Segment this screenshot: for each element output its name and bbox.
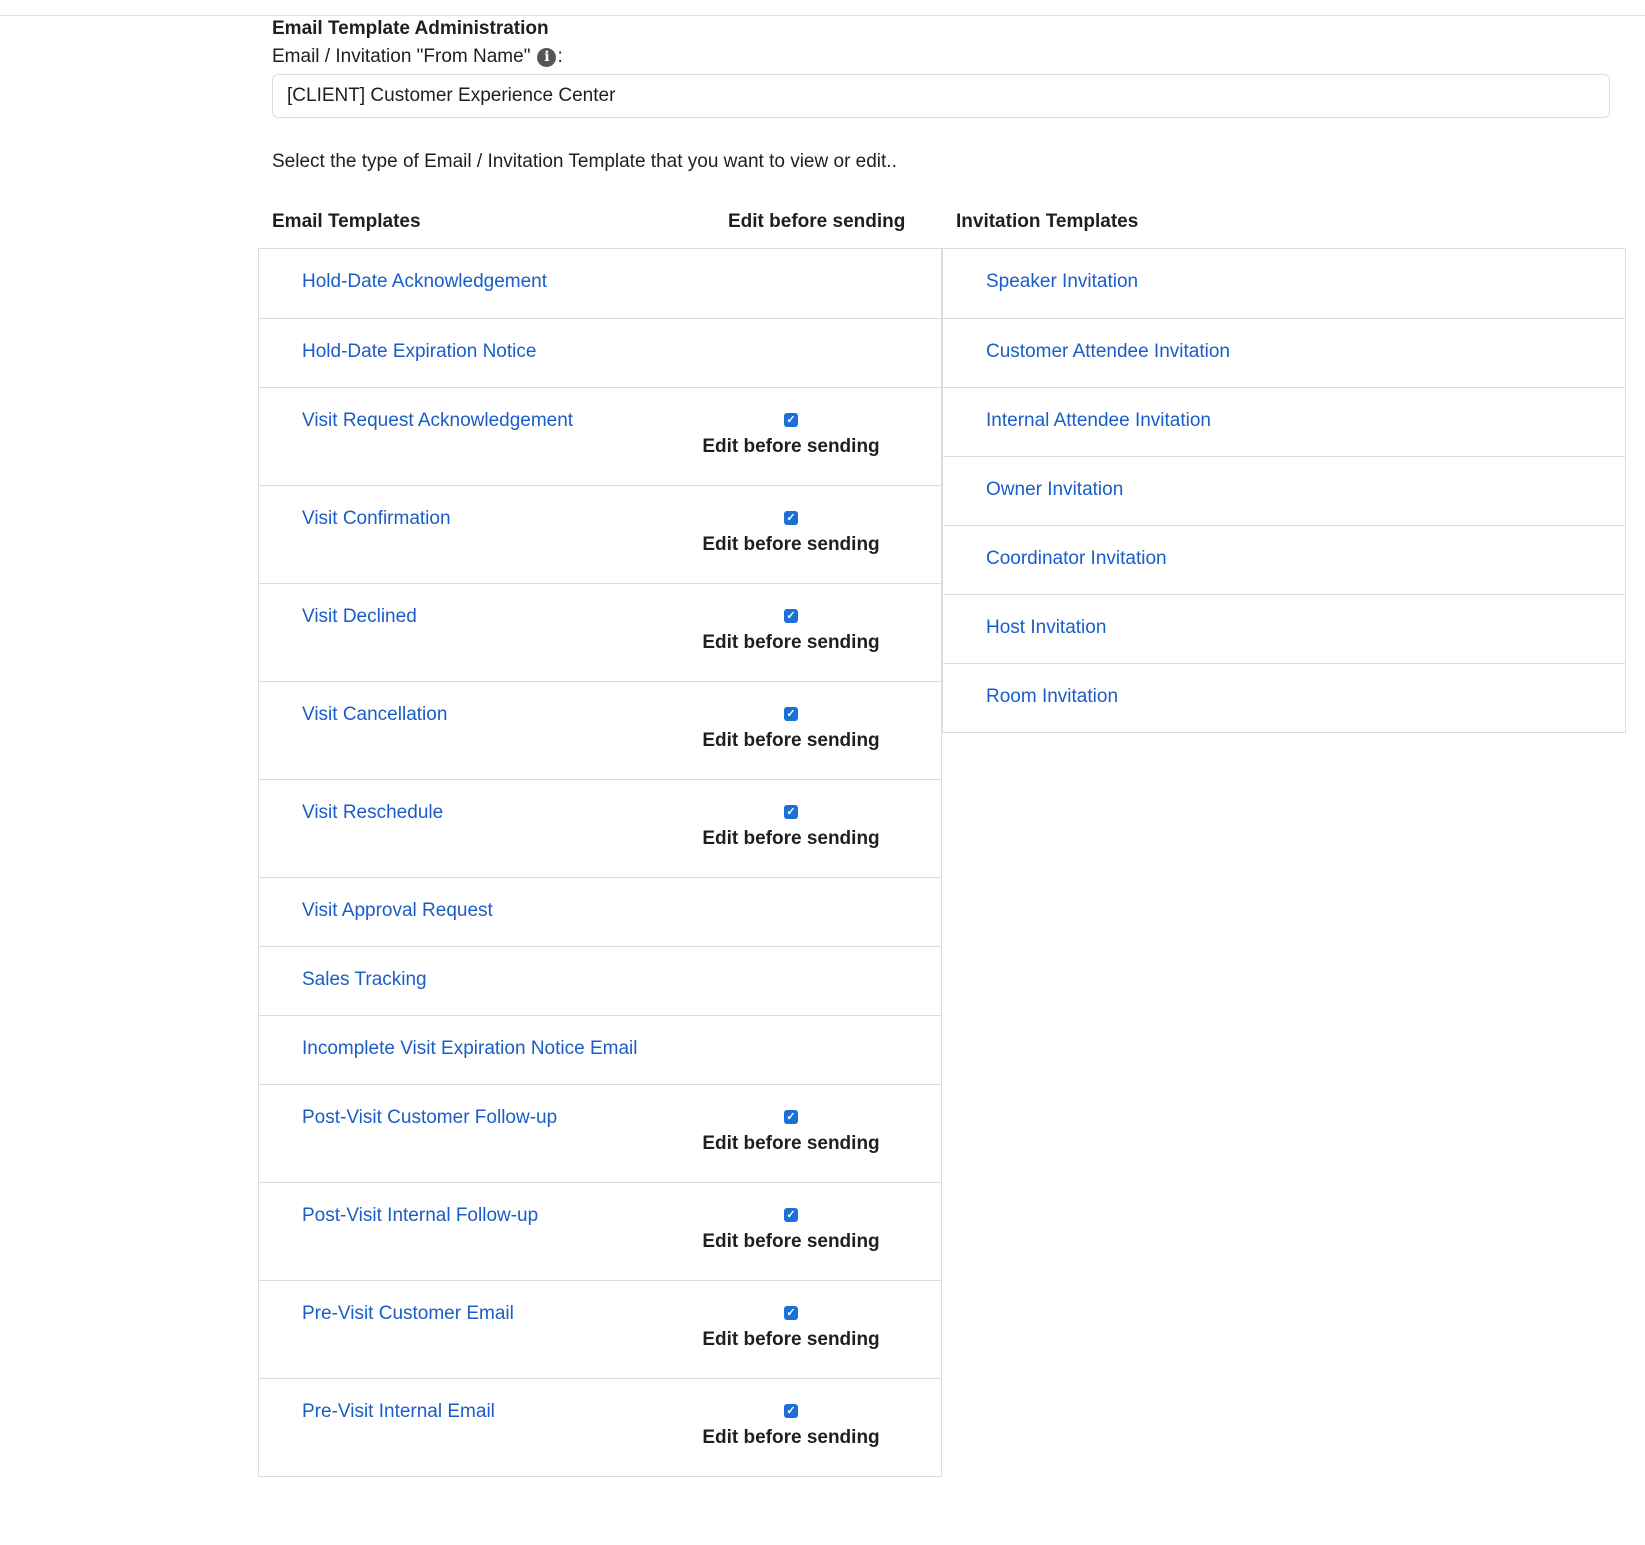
invitation-template-row: Internal Attendee Invitation	[943, 387, 1625, 456]
top-divider	[0, 15, 1645, 16]
email-template-link[interactable]: Post-Visit Customer Follow-up	[302, 1107, 557, 1129]
edit-before-sending-checkbox[interactable]: ✓	[784, 805, 798, 819]
edit-before-sending-label: Edit before sending	[702, 632, 880, 653]
edit-before-sending-checkbox[interactable]: ✓	[784, 1110, 798, 1124]
email-template-link[interactable]: Pre-Visit Customer Email	[302, 1303, 514, 1325]
invitation-template-row: Host Invitation	[943, 594, 1625, 663]
edit-before-sending-cell: ✓ Edit before sending	[699, 410, 883, 458]
edit-before-sending-label: Edit before sending	[702, 730, 880, 751]
email-template-link[interactable]: Visit Request Acknowledgement	[302, 410, 573, 432]
invitation-template-row: Room Invitation	[943, 663, 1625, 732]
email-template-link[interactable]: Visit Approval Request	[302, 900, 493, 922]
from-name-input[interactable]	[272, 74, 1610, 118]
invitation-template-link[interactable]: Coordinator Invitation	[986, 548, 1167, 570]
email-template-row: Visit Approval Request	[259, 877, 941, 946]
from-name-label: Email / Invitation "From Name" i :	[272, 46, 563, 68]
page-title: Email Template Administration	[272, 18, 549, 39]
edit-before-sending-cell: ✓ Edit before sending	[699, 508, 883, 556]
email-template-row: Visit Reschedule ✓ Edit before sending	[259, 779, 941, 877]
edit-before-sending-checkbox[interactable]: ✓	[784, 511, 798, 525]
invitation-templates-table: Speaker Invitation Customer Attendee Invi…	[942, 248, 1626, 733]
invitation-templates-header: Invitation Templates	[956, 211, 1139, 232]
invitation-template-link[interactable]: Internal Attendee Invitation	[986, 410, 1211, 432]
email-template-row: Visit Declined ✓ Edit before sending	[259, 583, 941, 681]
email-template-link[interactable]: Hold-Date Acknowledgement	[302, 271, 547, 293]
invitation-template-row: Coordinator Invitation	[943, 525, 1625, 594]
edit-before-sending-label: Edit before sending	[702, 1329, 880, 1350]
instruction-text: Select the type of Email / Invitation Te…	[272, 151, 897, 172]
email-template-row: Post-Visit Customer Follow-up ✓ Edit befor…	[259, 1084, 941, 1182]
info-circle-icon[interactable]: i	[537, 47, 557, 67]
edit-before-sending-label: Edit before sending	[702, 1133, 880, 1154]
edit-before-sending-header: Edit before sending	[728, 211, 906, 232]
email-template-row: Sales Tracking	[259, 946, 941, 1015]
invitation-template-row: Speaker Invitation	[943, 249, 1625, 318]
edit-before-sending-checkbox[interactable]: ✓	[784, 1208, 798, 1222]
edit-before-sending-cell: ✓ Edit before sending	[699, 1401, 883, 1449]
email-template-row: Pre-Visit Customer Email ✓ Edit before sen…	[259, 1280, 941, 1378]
email-template-row: Hold-Date Acknowledgement	[259, 249, 941, 318]
edit-before-sending-checkbox[interactable]: ✓	[784, 1404, 798, 1418]
edit-before-sending-checkbox[interactable]: ✓	[784, 609, 798, 623]
email-template-link[interactable]: Visit Reschedule	[302, 802, 443, 824]
email-template-link[interactable]: Visit Confirmation	[302, 508, 451, 530]
edit-before-sending-label: Edit before sending	[702, 1231, 880, 1252]
edit-before-sending-cell: ✓ Edit before sending	[699, 802, 883, 850]
edit-before-sending-cell: ✓ Edit before sending	[699, 606, 883, 654]
edit-before-sending-checkbox[interactable]: ✓	[784, 707, 798, 721]
invitation-template-link[interactable]: Room Invitation	[986, 686, 1118, 708]
from-name-label-text: Email / Invitation "From Name"	[272, 46, 531, 67]
edit-before-sending-cell: ✓ Edit before sending	[699, 1205, 883, 1253]
edit-before-sending-label: Edit before sending	[702, 828, 880, 849]
edit-before-sending-cell: ✓ Edit before sending	[699, 1107, 883, 1155]
email-template-link[interactable]: Incomplete Visit Expiration Notice Email	[302, 1038, 637, 1060]
email-template-link[interactable]: Sales Tracking	[302, 969, 427, 991]
email-template-row: Visit Request Acknowledgement ✓ Edit befor…	[259, 387, 941, 485]
email-template-link[interactable]: Visit Cancellation	[302, 704, 447, 726]
invitation-template-link[interactable]: Owner Invitation	[986, 479, 1123, 501]
edit-before-sending-label: Edit before sending	[702, 1427, 880, 1448]
email-template-row: Incomplete Visit Expiration Notice Email	[259, 1015, 941, 1084]
edit-before-sending-label: Edit before sending	[702, 534, 880, 555]
email-template-row: Pre-Visit Internal Email ✓ Edit before sen…	[259, 1378, 941, 1476]
invitation-template-link[interactable]: Speaker Invitation	[986, 271, 1138, 293]
email-template-row: Post-Visit Internal Follow-up ✓ Edit befor…	[259, 1182, 941, 1280]
invitation-template-row: Owner Invitation	[943, 456, 1625, 525]
email-templates-table: Hold-Date Acknowledgement Hold-Date Expir…	[258, 248, 942, 1477]
email-template-link[interactable]: Pre-Visit Internal Email	[302, 1401, 495, 1423]
invitation-template-link[interactable]: Host Invitation	[986, 617, 1106, 639]
email-template-row: Visit Cancellation ✓ Edit before sending	[259, 681, 941, 779]
invitation-template-link[interactable]: Customer Attendee Invitation	[986, 341, 1230, 363]
from-name-colon: :	[557, 46, 563, 67]
edit-before-sending-checkbox[interactable]: ✓	[784, 413, 798, 427]
email-template-link[interactable]: Post-Visit Internal Follow-up	[302, 1205, 538, 1227]
invitation-template-row: Customer Attendee Invitation	[943, 318, 1625, 387]
email-template-link[interactable]: Hold-Date Expiration Notice	[302, 341, 536, 363]
email-templates-header: Email Templates	[272, 211, 421, 232]
edit-before-sending-label: Edit before sending	[702, 436, 880, 457]
email-template-link[interactable]: Visit Declined	[302, 606, 417, 628]
edit-before-sending-cell: ✓ Edit before sending	[699, 1303, 883, 1351]
email-template-row: Visit Confirmation ✓ Edit before sending	[259, 485, 941, 583]
edit-before-sending-checkbox[interactable]: ✓	[784, 1306, 798, 1320]
email-template-row: Hold-Date Expiration Notice	[259, 318, 941, 387]
edit-before-sending-cell: ✓ Edit before sending	[699, 704, 883, 752]
